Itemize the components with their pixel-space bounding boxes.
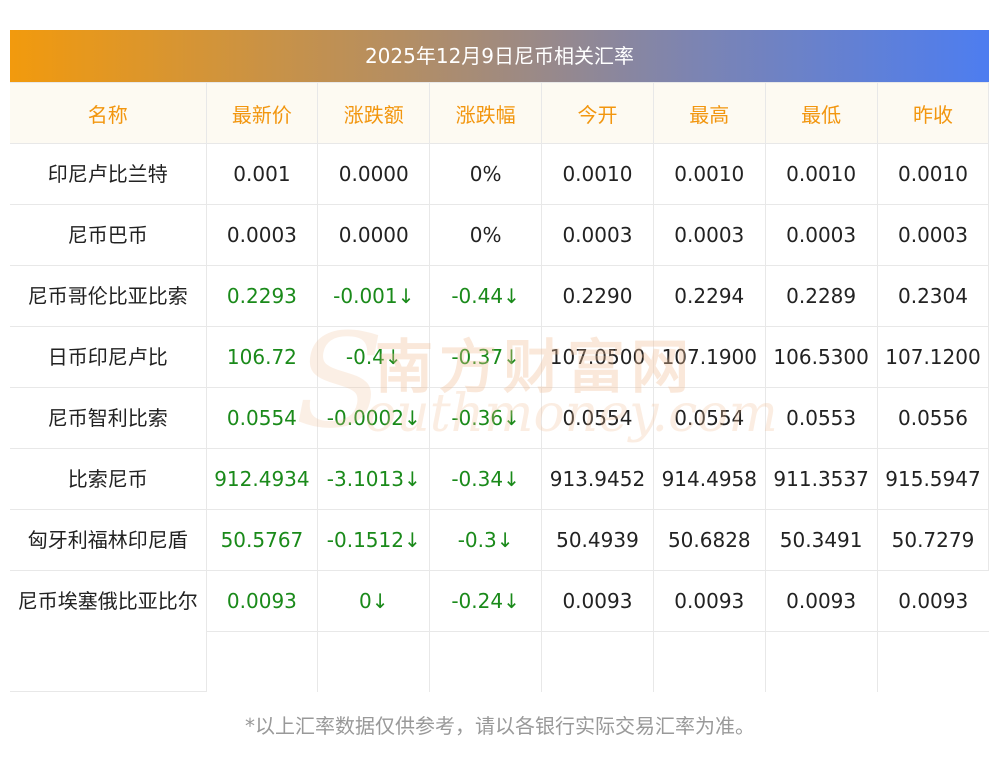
table-title: 2025年12月9日尼币相关汇率 bbox=[10, 30, 989, 82]
row-latest-price: 912.4934 bbox=[205, 448, 319, 510]
header-open: 今开 bbox=[541, 82, 654, 144]
header-prev-close: 昨收 bbox=[876, 82, 990, 144]
row-change-amount: 0↓ bbox=[317, 570, 430, 692]
row-currency-name: 尼币巴币 bbox=[10, 204, 207, 266]
header-name: 名称 bbox=[10, 82, 207, 144]
header-change: 涨跌额 bbox=[317, 82, 431, 144]
row-change-pct: 0% bbox=[429, 204, 543, 266]
row-change-amount: -0.0002↓ bbox=[317, 387, 431, 449]
row-prev-close: 915.5947 bbox=[876, 448, 990, 510]
row-currency-name: 比索尼币 bbox=[10, 448, 207, 510]
row-currency-name: 日币印尼卢比 bbox=[10, 326, 207, 388]
table-header-row: 名称 最新价 涨跌额 涨跌幅 今开 最高 最低 昨收 bbox=[10, 82, 990, 144]
row-low-price: 911.3537 bbox=[764, 448, 878, 510]
table-row: 日币印尼卢比 106.72 -0.4↓ -0.37↓ 107.0500 107.1900 1… bbox=[10, 326, 990, 388]
exchange-rate-table: 名称 最新价 涨跌额 涨跌幅 今开 最高 最低 昨收 印尼卢比兰特 0.001 0.… bbox=[10, 82, 990, 692]
row-prev-close: 0.0556 bbox=[876, 387, 990, 449]
table-row: 匈牙利福林印尼盾 50.5767 -0.1512↓ -0.3↓ 50.4939 50.68… bbox=[10, 509, 990, 571]
table-row: 尼币智利比索 0.0554 -0.0002↓ -0.36↓ 0.0554 0.0554 0.… bbox=[10, 387, 990, 449]
cell-value: 0.0093 bbox=[653, 571, 765, 632]
row-currency-name: 尼币智利比索 bbox=[10, 387, 207, 449]
row-change-pct: -0.44↓ bbox=[429, 265, 543, 327]
row-open-price: 0.0003 bbox=[541, 204, 654, 266]
row-prev-close: 50.7279 bbox=[876, 509, 990, 571]
row-low-price: 0.2289 bbox=[764, 265, 878, 327]
table-row: 比索尼币 912.4934 -3.1013↓ -0.34↓ 913.9452 914.49… bbox=[10, 448, 990, 510]
row-high-price: 0.0003 bbox=[652, 204, 766, 266]
row-open-price: 0.0554 bbox=[541, 387, 654, 449]
row-low-price: 0.0010 bbox=[764, 143, 878, 205]
cell-value: 0.0093 bbox=[542, 571, 653, 632]
row-change-amount: 0.0000 bbox=[317, 204, 431, 266]
row-open-price: 107.0500 bbox=[541, 326, 654, 388]
row-currency-name: 尼币哥伦比亚比索 bbox=[10, 265, 207, 327]
row-latest-price: 0.0554 bbox=[205, 387, 319, 449]
row-high-price: 0.2294 bbox=[652, 265, 766, 327]
table-row: 尼币埃塞俄比亚比尔 0.0093 0↓ -0.24↓ 0.0093 0.0093 0.009… bbox=[10, 570, 989, 692]
row-change-pct: -0.3↓ bbox=[429, 509, 543, 571]
row-currency-name: 印尼卢比兰特 bbox=[10, 143, 207, 205]
row-low-price: 106.5300 bbox=[764, 326, 878, 388]
row-latest-price: 50.5767 bbox=[205, 509, 319, 571]
cell-value: 0↓ bbox=[318, 571, 430, 632]
row-prev-close: 107.1200 bbox=[876, 326, 990, 388]
table-row: 尼币巴币 0.0003 0.0000 0% 0.0003 0.0003 0.0003 0.00… bbox=[10, 204, 990, 266]
row-high-price: 0.0093 bbox=[652, 570, 766, 692]
row-low-price: 0.0093 bbox=[764, 570, 878, 692]
row-prev-close: 0.0003 bbox=[876, 204, 990, 266]
row-open-price: 50.4939 bbox=[541, 509, 654, 571]
row-high-price: 0.0554 bbox=[652, 387, 766, 449]
cell-value: -0.24↓ bbox=[430, 571, 542, 632]
table-row: 印尼卢比兰特 0.001 0.0000 0% 0.0010 0.0010 0.0010 0.0… bbox=[10, 143, 990, 205]
row-latest-price: 0.2293 bbox=[205, 265, 319, 327]
row-latest-price: 0.0003 bbox=[205, 204, 319, 266]
row-latest-price: 0.0093 bbox=[205, 570, 318, 692]
rate-table-container: 2025年12月9日尼币相关汇率 名称 最新价 涨跌额 涨跌幅 今开 最高 最低… bbox=[10, 30, 990, 692]
row-currency-name: 尼币埃塞俄比亚比尔 bbox=[10, 570, 207, 692]
row-change-amount: -3.1013↓ bbox=[317, 448, 431, 510]
cell-value: 0.0093 bbox=[206, 571, 318, 632]
header-high: 最高 bbox=[652, 82, 766, 144]
row-change-amount: -0.4↓ bbox=[317, 326, 431, 388]
row-high-price: 0.0010 bbox=[652, 143, 766, 205]
cell-value: 0.0093 bbox=[877, 571, 989, 632]
row-change-amount: -0.001↓ bbox=[317, 265, 431, 327]
row-low-price: 0.0003 bbox=[764, 204, 878, 266]
header-low: 最低 bbox=[764, 82, 878, 144]
row-change-pct: -0.37↓ bbox=[429, 326, 543, 388]
row-latest-price: 0.001 bbox=[205, 143, 319, 205]
cell-value: 0.0093 bbox=[765, 571, 877, 632]
row-low-price: 0.0553 bbox=[764, 387, 878, 449]
row-open-price: 913.9452 bbox=[541, 448, 654, 510]
row-prev-close: 0.0093 bbox=[876, 570, 989, 692]
row-open-price: 0.2290 bbox=[541, 265, 654, 327]
row-low-price: 50.3491 bbox=[764, 509, 878, 571]
header-change-pct: 涨跌幅 bbox=[429, 82, 543, 144]
row-latest-price: 106.72 bbox=[205, 326, 319, 388]
row-open-price: 0.0093 bbox=[541, 570, 654, 692]
row-currency-name: 匈牙利福林印尼盾 bbox=[10, 509, 207, 571]
row-high-price: 50.6828 bbox=[652, 509, 766, 571]
row-change-amount: 0.0000 bbox=[317, 143, 431, 205]
row-change-pct: -0.24↓ bbox=[429, 570, 542, 692]
row-high-price: 107.1900 bbox=[652, 326, 766, 388]
row-change-pct: 0% bbox=[429, 143, 543, 205]
table-row: 尼币哥伦比亚比索 0.2293 -0.001↓ -0.44↓ 0.2290 0.2294 0… bbox=[10, 265, 990, 327]
row-high-price: 914.4958 bbox=[652, 448, 766, 510]
row-change-pct: -0.36↓ bbox=[429, 387, 543, 449]
row-prev-close: 0.0010 bbox=[876, 143, 990, 205]
row-open-price: 0.0010 bbox=[541, 143, 654, 205]
row-change-amount: -0.1512↓ bbox=[317, 509, 431, 571]
disclaimer-footer: *以上汇率数据仅供参考，请以各银行实际交易汇率为准。 bbox=[245, 714, 755, 738]
row-change-pct: -0.34↓ bbox=[429, 448, 543, 510]
header-latest: 最新价 bbox=[205, 82, 319, 144]
row-prev-close: 0.2304 bbox=[876, 265, 990, 327]
